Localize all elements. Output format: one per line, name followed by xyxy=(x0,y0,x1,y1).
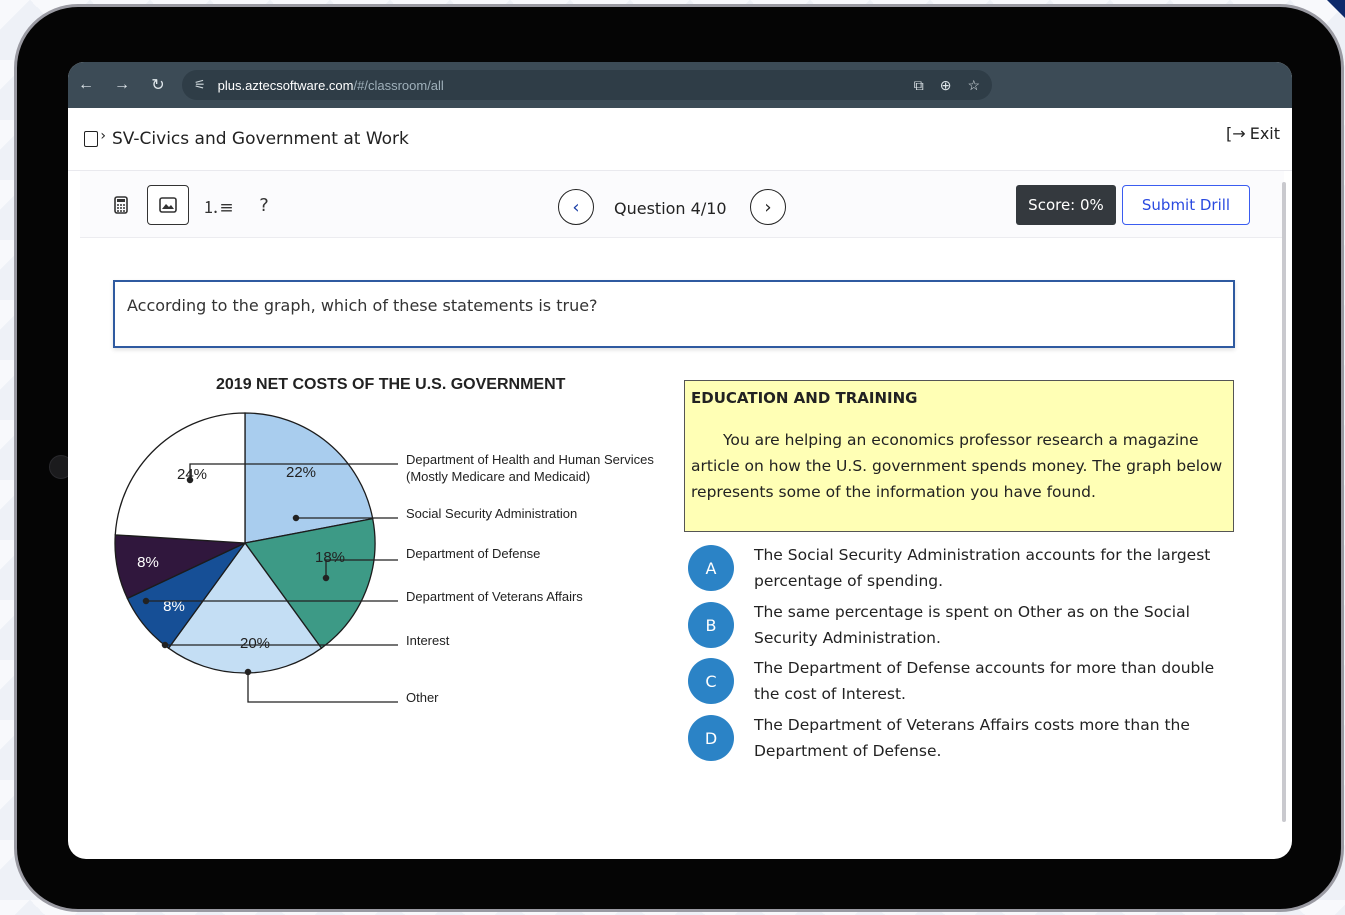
forward-icon[interactable]: → xyxy=(104,76,140,94)
slice-value-label: 20% xyxy=(240,635,270,652)
install-app-icon[interactable]: ⧉ xyxy=(914,77,924,94)
address-bar[interactable]: ⚟ plus.aztecsoftware.com/#/classroom/all… xyxy=(182,70,992,100)
submit-drill-button[interactable]: Submit Drill xyxy=(1122,185,1250,225)
option-text: The Department of Veterans Affairs costs… xyxy=(754,716,1190,760)
url-path: /#/classroom/all xyxy=(353,77,444,93)
option-letter[interactable]: A xyxy=(688,545,734,591)
app-title-wrap: SV-Civics and Government at Work xyxy=(84,128,409,149)
bookmark-star-icon[interactable]: ☆ xyxy=(967,77,980,94)
previous-question-button[interactable]: ‹ xyxy=(558,189,594,225)
question-prompt: According to the graph, which of these s… xyxy=(113,280,1235,348)
slice-value-label: 22% xyxy=(286,464,316,481)
option-text: The Department of Defense accounts for m… xyxy=(754,659,1215,703)
legend-label: Social Security Administration xyxy=(406,506,577,521)
exit-icon: [→ xyxy=(1226,124,1246,143)
passage-body: You are helping an economics professor r… xyxy=(691,431,1223,501)
option-letter[interactable]: C xyxy=(688,658,734,704)
answer-option-d[interactable]: D The Department of Veterans Affairs cos… xyxy=(688,712,1228,764)
chart-title: 2019 NET COSTS OF THE U.S. GOVERNMENT xyxy=(216,376,566,393)
zoom-icon[interactable]: ⊕ xyxy=(940,77,952,94)
passage-box: EDUCATION AND TRAINING You are helping a… xyxy=(684,380,1234,532)
legend-sublabel: (Mostly Medicare and Medicaid) xyxy=(406,469,590,484)
browser-toolbar: ← → ↻ ⚟ plus.aztecsoftware.com/#/classro… xyxy=(68,62,1292,108)
numbered-list-icon: ⒈≡ xyxy=(202,197,234,218)
leader-dot xyxy=(244,668,252,676)
numbered-list-button[interactable]: ⒈≡ xyxy=(197,185,239,225)
slice-value-label: 18% xyxy=(315,549,345,566)
leader-dot xyxy=(292,514,300,522)
url-host: plus.aztecsoftware.com xyxy=(217,77,354,93)
help-label: ? xyxy=(259,194,269,216)
chevron-right-icon: › xyxy=(764,196,772,218)
image-icon xyxy=(159,197,177,213)
next-question-button[interactable]: › xyxy=(750,189,786,225)
document-edit-icon xyxy=(84,128,106,147)
pie-chart-figure: 2019 NET COSTS OF THE U.S. GOVERNMENT 22… xyxy=(108,364,688,724)
exit-button[interactable]: [→ Exit xyxy=(1226,124,1280,143)
answer-option-a[interactable]: A The Social Security Administration acc… xyxy=(688,542,1228,594)
image-button[interactable] xyxy=(147,185,189,225)
score-badge: Score: 0% xyxy=(1016,185,1116,225)
option-text: The same percentage is spent on Other as… xyxy=(754,603,1190,647)
leader-dot xyxy=(161,641,169,649)
answer-option-c[interactable]: C The Department of Defense accounts for… xyxy=(688,655,1228,707)
passage-title: EDUCATION AND TRAINING xyxy=(691,389,918,407)
slice-value-label: 8% xyxy=(137,554,159,571)
legend-label: Other xyxy=(406,690,439,705)
leader-line xyxy=(247,672,398,703)
option-text: The Social Security Administration accou… xyxy=(754,546,1211,590)
site-settings-icon[interactable]: ⚟ xyxy=(194,77,206,93)
calculator-icon xyxy=(114,196,128,214)
page-title: SV-Civics and Government at Work xyxy=(112,129,409,149)
leader-dot xyxy=(186,476,194,484)
back-icon[interactable]: ← xyxy=(68,76,104,94)
drill-toolbar: ⒈≡ ? ‹ Question 4/10 › Score: 0% Submit … xyxy=(80,171,1284,238)
scrollbar[interactable] xyxy=(1282,182,1286,822)
leader-dot xyxy=(322,574,330,582)
tablet-screen: ← → ↻ ⚟ plus.aztecsoftware.com/#/classro… xyxy=(68,62,1292,859)
reload-icon[interactable]: ↻ xyxy=(140,75,176,95)
question-counter: Question 4/10 xyxy=(614,199,727,218)
pie-chart: 22%18%20%8%8%24% Department of Health an… xyxy=(114,412,654,705)
leader-dot xyxy=(142,597,150,605)
chevron-left-icon: ‹ xyxy=(572,196,580,218)
help-button[interactable]: ? xyxy=(243,185,285,225)
legend-label: Department of Defense xyxy=(406,546,540,561)
legend-label: Department of Health and Human Services xyxy=(406,452,654,467)
answer-option-b[interactable]: B The same percentage is spent on Other … xyxy=(688,599,1228,651)
legend-label: Interest xyxy=(406,633,450,648)
option-letter[interactable]: B xyxy=(688,602,734,648)
app-header: SV-Civics and Government at Work [→ Exit xyxy=(68,108,1292,171)
option-letter[interactable]: D xyxy=(688,715,734,761)
calculator-button[interactable] xyxy=(100,185,142,225)
legend-label: Department of Veterans Affairs xyxy=(406,589,583,604)
corner-decoration xyxy=(1327,0,1345,18)
exit-label: Exit xyxy=(1249,124,1280,143)
